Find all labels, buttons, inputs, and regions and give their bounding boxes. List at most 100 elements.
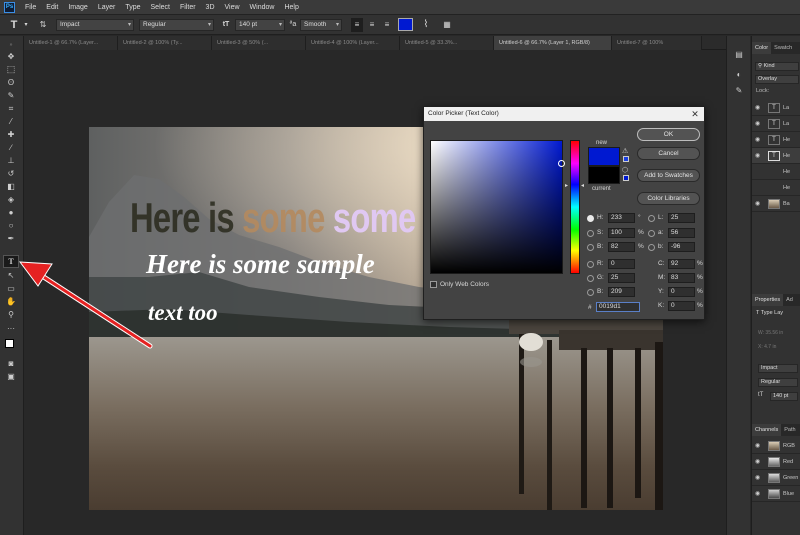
current-color-swatch[interactable]	[588, 166, 620, 184]
dodge-tool-icon[interactable]: ○	[4, 220, 18, 231]
orientation-toggle-icon[interactable]: ⇅	[36, 18, 50, 32]
type-tool-preset-icon[interactable]: T	[6, 18, 22, 32]
lightness-radio[interactable]	[648, 215, 655, 222]
menu-help[interactable]: Help	[279, 4, 303, 11]
only-web-colors-checkbox[interactable]	[430, 281, 437, 288]
quick-select-tool-icon[interactable]: ✎	[4, 90, 18, 101]
brush-tool-icon[interactable]: ∕	[4, 142, 18, 153]
eyedropper-tool-icon[interactable]: ⁄	[4, 116, 18, 127]
warp-text-icon[interactable]: ⌇	[419, 18, 433, 32]
a-input[interactable]: 56	[668, 228, 695, 238]
menu-image[interactable]: Image	[63, 4, 92, 11]
brightness-radio[interactable]	[587, 244, 594, 251]
eye-icon[interactable]: ◉	[755, 470, 763, 486]
channel-row-blue[interactable]: ◉ Blue	[752, 486, 800, 502]
layer-row[interactable]: ◉ T He	[752, 132, 800, 148]
brush-panel-icon[interactable]: ✎	[733, 86, 745, 95]
collapse-icon[interactable]: »	[4, 40, 18, 51]
warning-icon[interactable]: ⚠	[622, 147, 628, 155]
color-libraries-button[interactable]: Color Libraries	[637, 192, 700, 205]
web-safe-cube-icon[interactable]: ⬡	[622, 166, 628, 174]
ok-button[interactable]: OK	[637, 128, 700, 141]
tab-adjustments[interactable]: Ad	[783, 294, 796, 306]
yellow-input[interactable]: 0	[668, 287, 695, 297]
menu-3d[interactable]: 3D	[201, 4, 220, 11]
crop-tool-icon[interactable]: ⌗	[4, 103, 18, 114]
tab-color[interactable]: Color	[752, 42, 772, 54]
marquee-tool-icon[interactable]: ⬚	[4, 64, 18, 75]
foreground-color-swatch[interactable]	[5, 339, 14, 348]
anti-alias-select[interactable]: Smooth ▾	[300, 19, 342, 31]
hue-input[interactable]: 233	[608, 213, 635, 223]
brightness-input[interactable]: 82	[608, 242, 635, 252]
eye-icon[interactable]: ◉	[755, 100, 763, 116]
document-tab[interactable]: Untitled-7 @ 100%	[612, 36, 702, 50]
hue-slider-left-handle[interactable]: ▸	[565, 182, 568, 189]
layer-row[interactable]: ◉ T La	[752, 116, 800, 132]
add-to-swatches-button[interactable]: Add to Swatches	[637, 169, 700, 182]
document-tab[interactable]: Untitled-1 @ 66.7% (Layer...	[24, 36, 118, 50]
hex-input[interactable]: 0019d1	[596, 302, 640, 312]
document-tab[interactable]: Untitled-5 @ 33.3%...	[400, 36, 494, 50]
chevron-down-icon[interactable]: ▾	[22, 18, 30, 32]
web-safe-swatch-icon[interactable]	[623, 175, 629, 181]
red-input[interactable]: 0	[608, 259, 635, 269]
green-radio[interactable]	[587, 275, 594, 282]
menu-window[interactable]: Window	[245, 4, 280, 11]
layer-row-selected[interactable]: ◉ T He	[752, 148, 800, 164]
history-panel-icon[interactable]: ▤	[733, 50, 745, 59]
eye-icon[interactable]: ◉	[755, 132, 763, 148]
history-brush-tool-icon[interactable]: ↺	[4, 168, 18, 179]
eraser-tool-icon[interactable]: ◧	[4, 181, 18, 192]
eye-icon[interactable]: ◉	[755, 148, 763, 164]
properties-size-select[interactable]: 140 pt	[770, 392, 798, 401]
channel-row-rgb[interactable]: ◉ RGB	[752, 438, 800, 454]
blend-mode-select[interactable]: Overlay	[755, 75, 799, 84]
a-radio[interactable]	[648, 230, 655, 237]
document-tab[interactable]: Untitled-2 @ 100% (Ty...	[118, 36, 212, 50]
channel-row-red[interactable]: ◉ Red	[752, 454, 800, 470]
close-icon[interactable]: ✕	[690, 108, 700, 120]
align-right-icon[interactable]: ≡	[381, 18, 393, 32]
blue-radio[interactable]	[587, 289, 594, 296]
b-radio[interactable]	[648, 244, 655, 251]
menu-file[interactable]: File	[20, 4, 41, 11]
eye-icon[interactable]: ◉	[755, 116, 763, 132]
adjustments-panel-icon[interactable]: ◐	[733, 70, 745, 79]
tab-properties[interactable]: Properties	[752, 294, 784, 306]
move-tool-icon[interactable]: ✥	[4, 51, 18, 62]
saturation-brightness-field[interactable]	[430, 140, 563, 274]
black-input[interactable]: 0	[668, 301, 695, 311]
saturation-input[interactable]: 100	[608, 228, 635, 238]
menu-edit[interactable]: Edit	[41, 4, 63, 11]
document-tab[interactable]: Untitled-4 @ 100% (Layer...	[306, 36, 400, 50]
red-radio[interactable]	[587, 261, 594, 268]
tab-swatches[interactable]: Swatch	[771, 42, 795, 54]
screen-mode-icon[interactable]: ▣	[4, 371, 18, 382]
font-style-select[interactable]: Regular ▾	[139, 19, 214, 31]
saturation-radio[interactable]	[587, 230, 594, 237]
lightness-input[interactable]: 25	[668, 213, 695, 223]
hue-radio[interactable]	[587, 215, 594, 222]
channel-row-green[interactable]: ◉ Green	[752, 470, 800, 486]
menu-view[interactable]: View	[220, 4, 245, 11]
quick-mask-icon[interactable]: ◙	[4, 358, 18, 369]
properties-font-select[interactable]: Impact	[758, 364, 798, 373]
eye-icon[interactable]: ◉	[755, 486, 763, 502]
cancel-button[interactable]: Cancel	[637, 147, 700, 160]
green-input[interactable]: 25	[608, 273, 635, 283]
align-center-icon[interactable]: ≡	[366, 18, 378, 32]
document-tab[interactable]: Untitled-3 @ 50% (...	[212, 36, 306, 50]
gamut-swatch-icon[interactable]	[623, 156, 629, 162]
hue-slider-right-handle[interactable]: ◂	[581, 182, 584, 189]
align-left-icon[interactable]: ≡	[351, 18, 363, 32]
pen-tool-icon[interactable]: ✒	[4, 233, 18, 244]
font-size-select[interactable]: 140 pt ▾	[235, 19, 285, 31]
font-family-select[interactable]: Impact ▾	[56, 19, 134, 31]
character-panel-icon[interactable]: ▦	[441, 18, 453, 32]
blur-tool-icon[interactable]: ●	[4, 207, 18, 218]
hue-slider[interactable]	[570, 140, 580, 274]
b-input[interactable]: -96	[668, 242, 695, 252]
color-field-cursor[interactable]	[558, 160, 565, 167]
cyan-input[interactable]: 92	[668, 259, 695, 269]
